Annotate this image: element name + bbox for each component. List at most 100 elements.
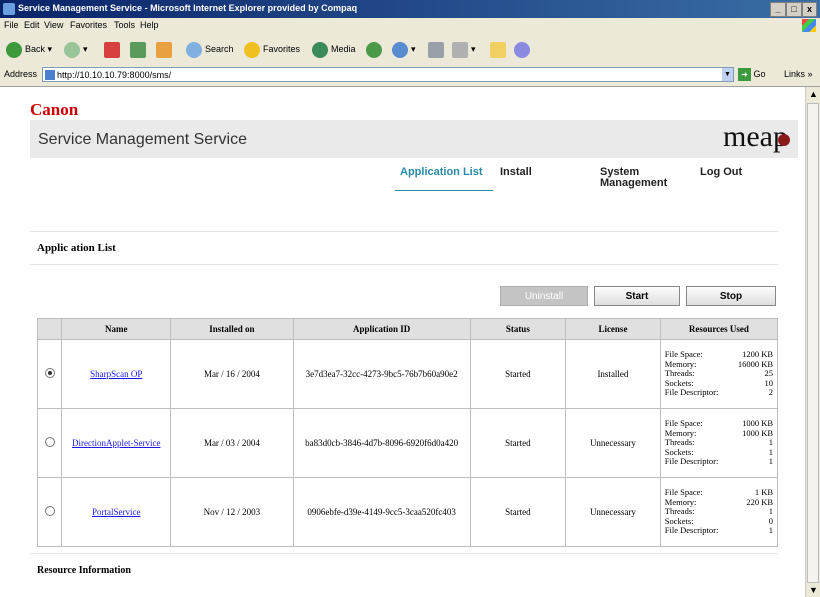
divider [30,231,778,232]
column-header-resources-used: Resources Used [659,318,779,340]
stop-icon[interactable] [104,40,123,58]
uninstall-button[interactable]: Uninstall [500,286,588,306]
resources-cell: File Space: 1200 KB Memory: 16000 KB Threa… [659,339,779,409]
scroll-thumb[interactable] [807,103,819,583]
page-icon [45,70,55,80]
forward-arrow-icon [64,41,80,58]
vertical-scrollbar[interactable]: ▲ ▼ [805,87,820,597]
status-cell: Started [469,408,567,478]
search-icon [186,41,202,58]
row-select-cell [36,408,63,478]
row-radio-button[interactable] [44,368,55,378]
column-header-select [36,318,63,340]
refresh-icon[interactable] [130,40,149,58]
column-header-license: License [565,318,661,340]
go-button[interactable]: ➜ Go [738,68,766,81]
application-id-cell: 0906ebfe-d39e-4149-9cc5-3caa520fc403 [292,477,471,547]
nav-system-management[interactable]: System Management [600,167,667,189]
row-radio-button[interactable] [44,506,55,516]
nav-active-indicator [395,190,493,191]
table-row: PortalService Nov / 12 / 2003 0906ebfe-d… [36,477,779,547]
folder-icon[interactable] [490,40,509,58]
menu-help[interactable]: Help [140,20,159,30]
nav-install[interactable]: Install [500,167,532,178]
menu-file[interactable]: File [4,20,19,30]
media-icon [312,41,328,58]
minimize-button[interactable]: _ [770,2,786,17]
edit-icon[interactable]: ▾ [452,40,476,58]
go-arrow-icon: ➜ [738,68,751,81]
installed-on-cell: Mar / 03 / 2004 [170,408,294,478]
history-icon[interactable] [366,40,385,58]
column-header-application-id: Application ID [292,318,471,340]
window-title-bar: Service Management Service - Microsoft I… [0,0,820,18]
column-header-status: Status [469,318,567,340]
name-cell: PortalService [61,477,172,547]
name-cell: SharpScan OP [61,339,172,409]
menu-favorites[interactable]: Favorites [70,20,107,30]
menu-edit[interactable]: Edit [24,20,40,30]
installed-on-cell: Mar / 16 / 2004 [170,339,294,409]
section-title-application-list: Applic ation List [37,242,116,254]
application-table: Name Installed on Application ID Status … [36,318,779,547]
service-title: Service Management Service [38,131,247,148]
back-button[interactable]: Back ▾ [6,40,52,58]
service-header: Service Management Service meap [30,120,798,158]
column-header-installed-on: Installed on [170,318,294,340]
app-name-link[interactable]: DirectionApplet-Service [72,438,160,448]
license-cell: Unnecessary [565,408,661,478]
resource-line: File Descriptor: 1 [664,525,773,536]
row-radio-button[interactable] [44,437,55,447]
home-icon[interactable] [156,40,175,58]
menu-tools[interactable]: Tools [114,20,135,30]
resource-line: File Descriptor: 2 [664,387,773,398]
search-button[interactable]: Search [186,40,234,58]
table-row: SharpScan OP Mar / 16 / 2004 3e7d3ea7-32… [36,339,779,409]
address-input[interactable]: http://10.10.10.79:8000/sms/ [42,67,734,82]
close-button[interactable]: x [802,2,817,17]
menu-bar: File Edit View Favorites Tools Help [0,18,820,35]
messenger-icon[interactable] [514,40,533,58]
print-icon[interactable] [428,40,447,58]
application-id-cell: 3e7d3ea7-32cc-4273-9bc5-76b7b60a90e2 [292,339,471,409]
ie-icon [3,3,15,15]
media-button[interactable]: Media [312,40,356,58]
nav-application-list[interactable]: Application List [400,167,483,178]
stop-button[interactable]: Stop [686,286,776,306]
address-bar: Address http://10.10.10.79:8000/sms/ ▼ ➜… [0,64,820,87]
resources-cell: File Space: 1000 KB Memory: 1000 KB Thread… [659,408,779,478]
menu-view[interactable]: View [44,20,63,30]
start-button[interactable]: Start [594,286,680,306]
meap-logo: meap [723,120,790,153]
back-arrow-icon [6,41,22,58]
row-select-cell [36,339,63,409]
scroll-up-icon[interactable]: ▲ [808,89,819,99]
links-button[interactable]: Links » [784,69,813,79]
table-header-row: Name Installed on Application ID Status … [36,318,779,340]
page-content: Canon Service Management Service meap Ap… [0,87,805,597]
windows-logo-icon [802,19,816,32]
column-header-name: Name [61,318,172,340]
forward-button[interactable]: ▾ [64,40,88,58]
status-cell: Started [469,339,567,409]
row-select-cell [36,477,63,547]
scroll-down-icon[interactable]: ▼ [808,585,819,595]
address-url: http://10.10.10.79:8000/sms/ [57,70,172,80]
window-title: Service Management Service - Microsoft I… [18,3,358,13]
canon-logo: Canon [30,100,79,119]
divider [30,553,778,554]
app-name-link[interactable]: SharpScan OP [90,369,142,379]
app-name-link[interactable]: PortalService [92,507,141,517]
browser-toolbar: Back ▾ ▾ Search Favorites Media ▾ ▾ [0,34,820,65]
section-title-resource-information: Resource Information [37,565,131,576]
license-cell: Unnecessary [565,477,661,547]
nav-log-out[interactable]: Log Out [700,167,742,178]
favorites-star-icon [244,41,260,58]
favorites-button[interactable]: Favorites [244,40,300,58]
table-row: DirectionApplet-Service Mar / 03 / 2004 … [36,408,779,478]
meap-dot-icon [778,134,790,146]
mail-icon[interactable]: ▾ [392,40,416,58]
address-dropdown-icon[interactable]: ▼ [722,68,733,81]
status-cell: Started [469,477,567,547]
maximize-button[interactable]: □ [786,2,802,17]
